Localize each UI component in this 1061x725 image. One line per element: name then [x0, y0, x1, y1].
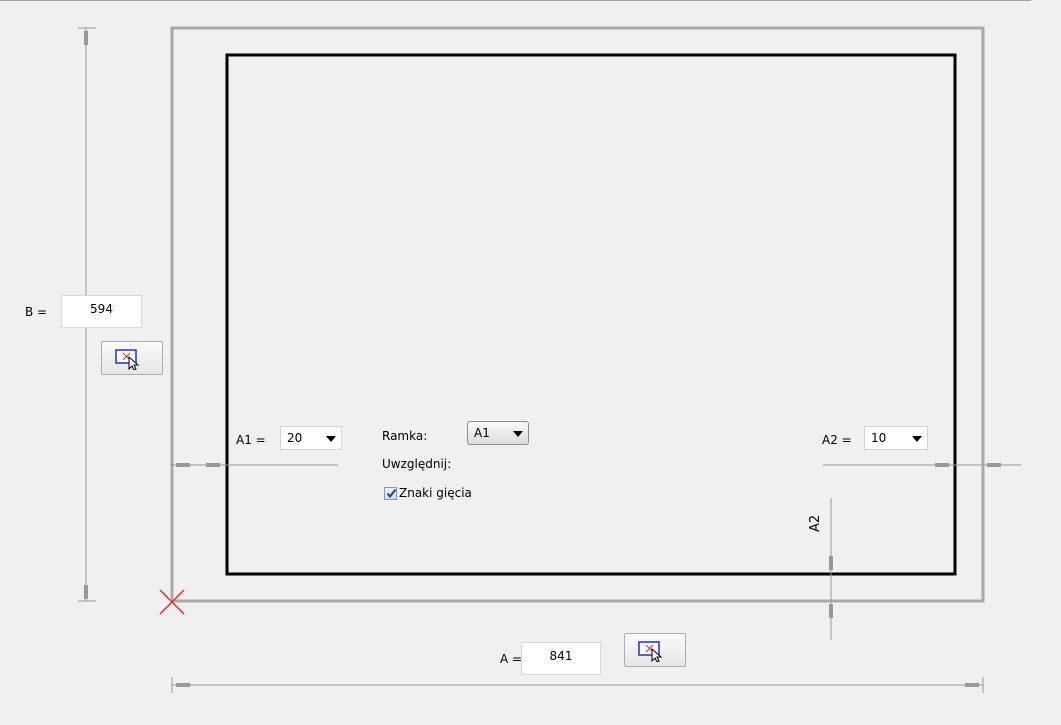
- inner-frame-rect: [225, 53, 957, 576]
- chevron-down-icon: [912, 436, 922, 442]
- select-area-cursor-icon: [115, 349, 140, 370]
- margin-right-combo[interactable]: 10: [864, 426, 928, 450]
- fold-marks-label: Znaki gięcia: [399, 486, 472, 500]
- dimension-a-line: [171, 677, 984, 693]
- dimension-a2-vertical: [829, 498, 833, 640]
- pick-height-button[interactable]: [101, 341, 163, 375]
- frame-label: Ramka:: [382, 429, 428, 443]
- dimension-a2-line: [823, 463, 1021, 467]
- margin-left-value: 20: [287, 431, 303, 445]
- dimension-a1-line: [170, 463, 338, 467]
- outer-sheet-rect: [170, 26, 985, 603]
- margin-left-combo[interactable]: 20: [280, 426, 342, 450]
- include-label: Uwzględnij:: [382, 457, 452, 471]
- checkmark-icon: [386, 488, 397, 499]
- margin-left-label: A1 =: [236, 433, 266, 447]
- pick-width-button[interactable]: [624, 633, 686, 667]
- width-input[interactable]: 841: [521, 642, 601, 675]
- chevron-down-icon: [513, 431, 523, 437]
- height-label: B =: [25, 305, 48, 319]
- select-area-cursor-icon: [638, 641, 663, 662]
- fold-marks-checkbox[interactable]: [384, 487, 397, 500]
- a2-vertical-label: A2: [808, 514, 823, 532]
- frame-value: A1: [474, 426, 490, 440]
- chevron-down-icon: [326, 436, 336, 442]
- margin-right-value: 10: [871, 431, 887, 445]
- width-label: A =: [500, 652, 523, 666]
- frame-select[interactable]: A1: [467, 421, 529, 445]
- margin-right-label: A2 =: [822, 433, 852, 447]
- height-input[interactable]: 594: [61, 295, 142, 328]
